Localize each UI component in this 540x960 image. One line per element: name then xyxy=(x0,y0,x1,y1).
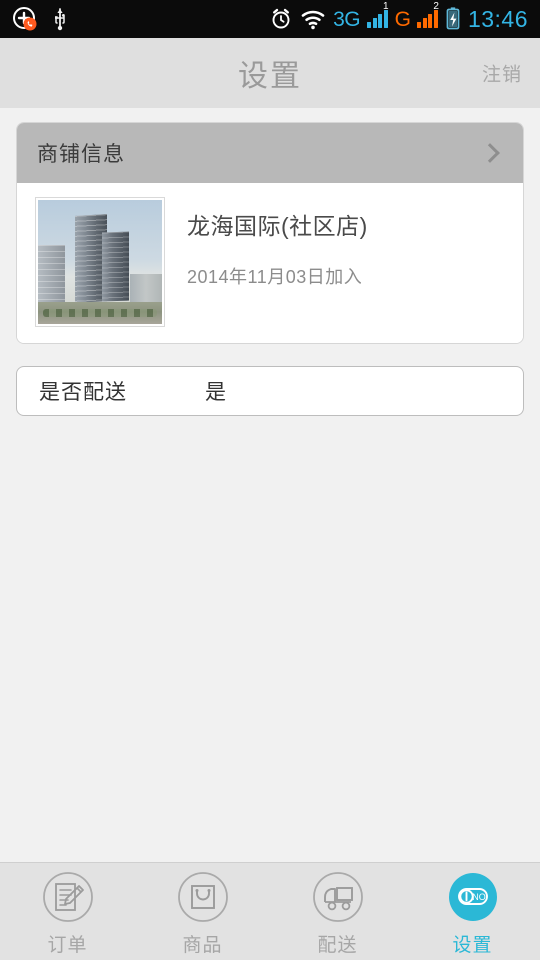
signal-bars-1: 1 xyxy=(367,2,389,28)
network-2-label: G xyxy=(394,7,411,31)
bottom-tab-bar: 订单 商品 配送 NO 设置 xyxy=(0,862,540,960)
shop-info-header-label: 商铺信息 xyxy=(37,143,125,166)
wifi-icon xyxy=(301,10,325,30)
sim-1-indicator: 1 xyxy=(383,1,389,12)
delivery-icon xyxy=(312,872,363,922)
app-header: 设置 注销 xyxy=(0,38,540,108)
tab-settings-label: 设置 xyxy=(452,935,493,956)
delivery-setting-row[interactable]: 是否配送 是 xyxy=(16,366,524,416)
shop-photo xyxy=(35,197,165,327)
photo-ground xyxy=(38,301,162,324)
call-add-icon xyxy=(13,7,37,31)
shop-info-card: 商铺信息 龙海国际(社区店) 2014年11月03日加入 xyxy=(16,122,524,344)
usb-icon xyxy=(55,8,65,31)
shop-details: 龙海国际(社区店) 2014年11月03日加入 xyxy=(165,197,368,289)
status-bar: 3G 1 G 2 13:46 xyxy=(0,0,540,38)
orders-icon xyxy=(42,872,93,922)
photo-tower-secondary xyxy=(102,231,130,303)
products-icon xyxy=(177,872,228,922)
page-title: 设置 xyxy=(238,60,302,93)
network-1-label: 3G xyxy=(333,7,361,31)
tab-orders[interactable]: 订单 xyxy=(0,863,135,960)
settings-toggle-icon: NO xyxy=(448,873,497,921)
sim-2-indicator: 2 xyxy=(433,1,439,12)
shop-photo-image xyxy=(38,200,162,324)
tab-products[interactable]: 商品 xyxy=(135,863,270,960)
tab-products-label: 商品 xyxy=(182,935,223,956)
shop-info-body: 龙海国际(社区店) 2014年11月03日加入 xyxy=(17,183,523,343)
tab-delivery[interactable]: 配送 xyxy=(270,863,405,960)
signal-bars-2: 2 xyxy=(417,2,439,28)
shop-joined-date: 2014年11月03日加入 xyxy=(187,267,363,287)
delivery-setting-value: 是 xyxy=(205,381,226,404)
status-bar-right: 3G 1 G 2 13:46 xyxy=(269,2,528,32)
toggle-state-text: NO xyxy=(472,892,486,902)
photo-building-left xyxy=(38,244,66,302)
shop-name: 龙海国际(社区店) xyxy=(187,213,368,239)
shop-info-header[interactable]: 商铺信息 xyxy=(17,123,523,183)
delivery-setting-label: 是否配送 xyxy=(39,381,127,404)
photo-skyline xyxy=(129,274,162,302)
app-root: 3G 1 G 2 13:46 设置 注销 商铺信息 龙海国际(社区店) 2014… xyxy=(0,0,540,960)
tab-orders-label: 订单 xyxy=(47,935,88,956)
alarm-clock-icon xyxy=(272,8,290,29)
tab-settings[interactable]: NO 设置 xyxy=(405,863,540,960)
status-bar-left xyxy=(12,6,68,32)
battery-charging-icon xyxy=(446,7,460,30)
tab-delivery-label: 配送 xyxy=(317,935,358,956)
status-bar-clock: 13:46 xyxy=(467,5,528,32)
content-area: 商铺信息 龙海国际(社区店) 2014年11月03日加入 是否配送 是 xyxy=(0,108,540,862)
chevron-right-icon xyxy=(480,143,500,163)
logout-button[interactable]: 注销 xyxy=(482,60,522,87)
